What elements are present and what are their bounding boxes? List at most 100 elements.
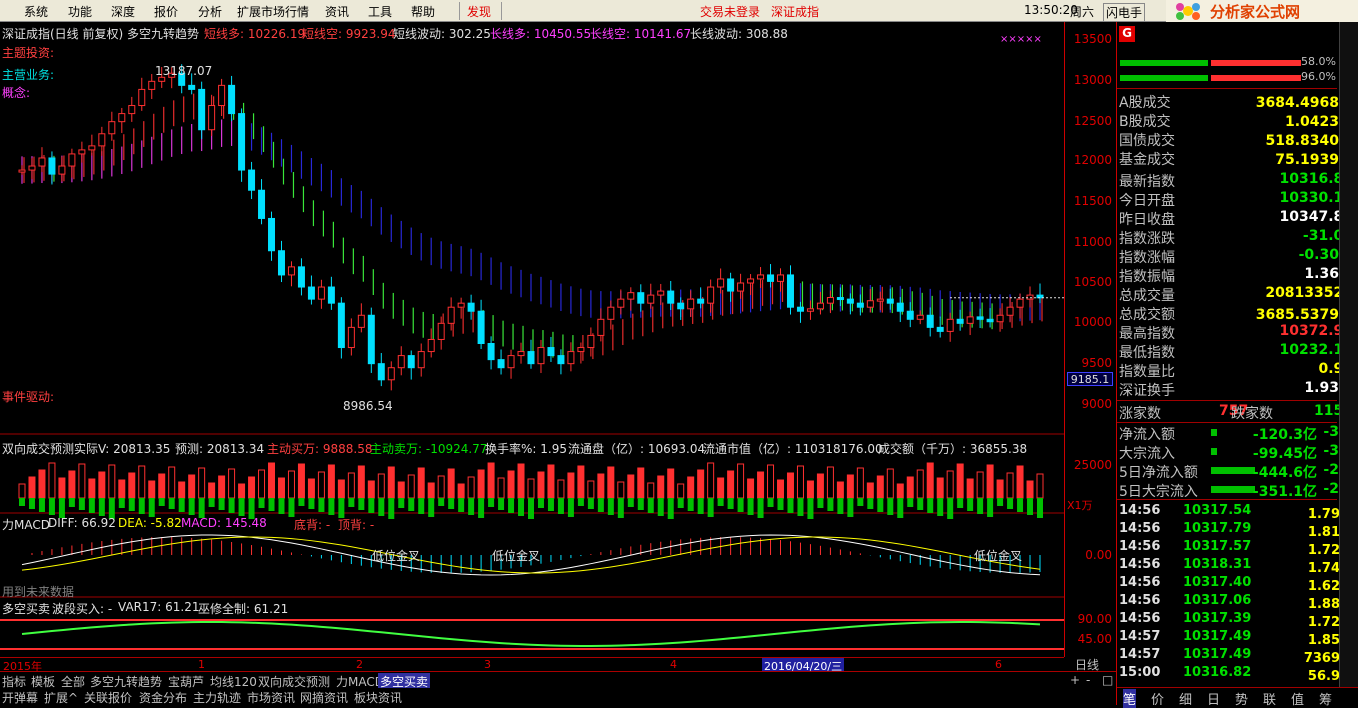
volume-sell-bar bbox=[547, 498, 554, 511]
volume-sell-bar bbox=[268, 498, 275, 511]
zoom-out-button[interactable]: - bbox=[1086, 673, 1090, 687]
menu-news[interactable]: 资讯 bbox=[325, 3, 349, 20]
flow-value: -120.3亿 bbox=[1252, 427, 1317, 443]
volume-buy-bar bbox=[667, 468, 675, 499]
zoom-in-button[interactable]: + bbox=[1070, 673, 1080, 687]
volume-sell-bar bbox=[897, 498, 904, 518]
panel-tab-chip[interactable]: 筹 bbox=[1319, 689, 1332, 708]
chart-area[interactable]: 深证成指(日线 前复权) 多空九转趋势 短线多: 10226.19 短线空: 9… bbox=[0, 22, 1064, 657]
date-label: 6 bbox=[995, 658, 1002, 671]
menu-analysis[interactable]: 分析 bbox=[198, 3, 222, 20]
volume-sell-bar bbox=[168, 498, 175, 509]
candle-body bbox=[916, 314, 924, 320]
candle-body bbox=[1016, 298, 1024, 308]
flash-trade-button[interactable]: 闪电手 bbox=[1103, 3, 1146, 22]
menu-quote[interactable]: 报价 bbox=[154, 3, 178, 20]
candle-body bbox=[427, 338, 435, 353]
candle-body bbox=[248, 169, 256, 191]
candle-body bbox=[727, 278, 735, 292]
down-ratio-bar-2 bbox=[1211, 75, 1301, 81]
menu-function[interactable]: 功能 bbox=[68, 3, 92, 20]
volume-sell-bar bbox=[328, 498, 335, 515]
menu-extended-market[interactable]: 扩展市场行情 bbox=[237, 3, 309, 20]
volume-sell-bar bbox=[388, 498, 395, 519]
menu-system[interactable]: 系统 bbox=[24, 3, 48, 20]
link-danmu[interactable]: 开弹幕 bbox=[2, 689, 38, 706]
chart-title: 深证成指(日线 前复权) 多空九转趋势 bbox=[2, 27, 199, 41]
link-extend[interactable]: 扩展^ bbox=[44, 689, 78, 706]
volume-sell-bar bbox=[827, 498, 834, 511]
volume-buy-bar bbox=[826, 466, 834, 499]
low-mark: 8986.54 bbox=[343, 399, 393, 413]
link-related-quote[interactable]: 关联报价 bbox=[84, 689, 132, 706]
price-tick: 12000 bbox=[1073, 153, 1112, 167]
candle-body bbox=[1006, 306, 1014, 316]
panel-tab-price[interactable]: 价 bbox=[1151, 689, 1164, 708]
volume-buy-bar bbox=[457, 483, 465, 499]
candle-body bbox=[88, 145, 96, 151]
tick-time: 14:57 bbox=[1119, 629, 1161, 644]
volume-sell-bar bbox=[907, 498, 914, 507]
volume-buy-bar bbox=[617, 481, 625, 499]
volume-sell-bar bbox=[887, 498, 894, 515]
menu-discover[interactable]: 发现 bbox=[467, 3, 491, 20]
volume-buy-bar bbox=[866, 482, 874, 499]
panel-tab-bi[interactable]: 笔 bbox=[1123, 689, 1137, 708]
volume-sell-bar bbox=[837, 498, 844, 514]
badge-g: G bbox=[1119, 26, 1135, 42]
scroll-button[interactable]: □ bbox=[1102, 673, 1113, 687]
volume-sell-bar bbox=[448, 498, 455, 509]
volume-sell-bar bbox=[238, 498, 245, 516]
menu-depth[interactable]: 深度 bbox=[111, 3, 135, 20]
panel-tab-link[interactable]: 联 bbox=[1263, 689, 1276, 708]
volume-sell-bar bbox=[418, 498, 425, 514]
quote-label: 最新指数 bbox=[1119, 174, 1175, 190]
concept-label: 概念: bbox=[2, 86, 31, 100]
panel-tab-trend[interactable]: 势 bbox=[1235, 689, 1248, 708]
price-tick: 10500 bbox=[1073, 275, 1112, 289]
trade-status[interactable]: 交易未登录 bbox=[700, 3, 760, 20]
volume-sell-bar bbox=[228, 498, 235, 513]
panel-tab-detail[interactable]: 细 bbox=[1179, 689, 1192, 708]
volume-sell-bar bbox=[767, 498, 774, 507]
volume-sell-bar bbox=[468, 498, 475, 515]
wave-buy: 波段买入: - bbox=[52, 602, 113, 616]
candle-body bbox=[287, 266, 295, 276]
volume-buy-bar bbox=[637, 467, 645, 499]
link-sector-news[interactable]: 板块资讯 bbox=[354, 689, 402, 706]
volume-buy-bar bbox=[208, 482, 216, 499]
tick-price: 10317.49 bbox=[1183, 629, 1252, 644]
volume-sell-bar bbox=[727, 498, 734, 509]
right-toolbar[interactable] bbox=[1339, 22, 1358, 687]
volume-sell-bar bbox=[68, 498, 75, 507]
flow-bar bbox=[1211, 486, 1255, 493]
link-main-track[interactable]: 主力轨迹 bbox=[193, 689, 241, 706]
stat-row: A股成交 3684.4968亿 bbox=[1119, 92, 1355, 111]
volume-sell-bar bbox=[657, 498, 664, 516]
candle-body bbox=[447, 306, 455, 324]
quote-row: 最低指数 10232.13 bbox=[1119, 342, 1355, 361]
candle-body bbox=[886, 298, 894, 304]
link-market-news[interactable]: 市场资讯 bbox=[247, 689, 295, 706]
volume-sell-bar bbox=[557, 498, 564, 514]
panel-tab-value[interactable]: 值 bbox=[1291, 689, 1304, 708]
tick-row: 14:56 10317.40 1.62亿 bbox=[1119, 575, 1355, 594]
link-web-news[interactable]: 网摘资讯 bbox=[300, 689, 348, 706]
volume-buy-bar bbox=[327, 464, 335, 499]
volume-buy-bar bbox=[38, 469, 46, 499]
panel-tab-day[interactable]: 日 bbox=[1207, 689, 1220, 708]
volume-buy-bar bbox=[168, 466, 176, 499]
volume-buy-bar bbox=[657, 475, 665, 499]
candle-body bbox=[956, 318, 964, 324]
menu-help[interactable]: 帮助 bbox=[411, 3, 435, 20]
link-fund-dist[interactable]: 资金分布 bbox=[139, 689, 187, 706]
stat-label: 基金成交 bbox=[1119, 152, 1175, 168]
candle-body bbox=[936, 326, 944, 332]
volume-buy-bar bbox=[597, 473, 605, 499]
candle-body bbox=[238, 113, 246, 171]
volume-buy-bar bbox=[527, 478, 535, 499]
menu-tools[interactable]: 工具 bbox=[368, 3, 392, 20]
candle-body bbox=[277, 250, 285, 276]
volume-sell-bar bbox=[158, 498, 165, 506]
date-label: 1 bbox=[198, 658, 205, 671]
